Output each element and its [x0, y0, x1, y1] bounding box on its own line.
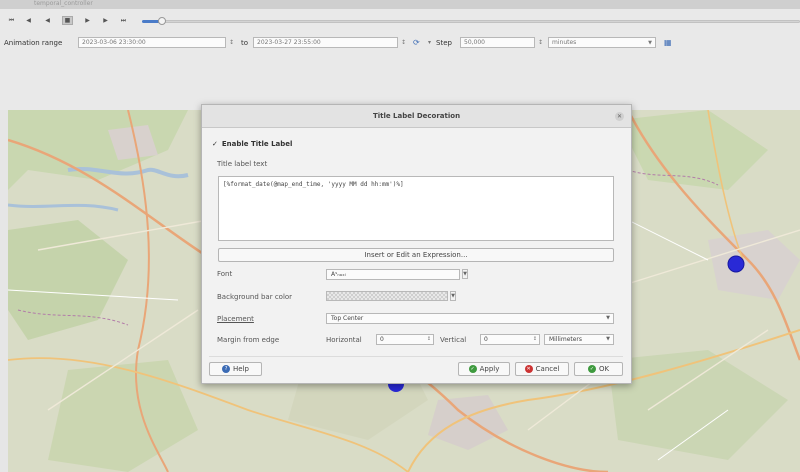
- font-preview: Aˢₙₐₓₗ: [331, 271, 346, 278]
- to-label: to: [241, 38, 249, 47]
- help-button-label: Help: [233, 365, 249, 373]
- range-end-field[interactable]: 2023-03-27 23:55:00: [253, 37, 398, 48]
- margin-unit-value: Millimeters: [549, 336, 583, 343]
- apply-icon: ✓: [468, 365, 477, 373]
- font-button[interactable]: Aˢₙₐₓₗ: [326, 269, 460, 280]
- range-start-spin-icon[interactable]: ↕: [229, 39, 234, 46]
- play-icon[interactable]: ▶: [82, 16, 93, 25]
- vertical-label: Vertical: [440, 336, 467, 344]
- first-frame-icon[interactable]: ⏮: [6, 16, 17, 25]
- ok-button-label: OK: [598, 365, 610, 373]
- stop-button[interactable]: ■: [62, 16, 73, 25]
- step-dropdown-icon[interactable]: ▾: [428, 39, 431, 46]
- vertical-spinbox[interactable]: 0 ↕: [480, 334, 540, 345]
- window-title: temporal_controller: [34, 0, 93, 7]
- placement-combo[interactable]: Top Center ▼: [326, 313, 614, 324]
- chevron-down-icon: ▼: [606, 336, 610, 342]
- range-start-field[interactable]: 2023-03-06 23:30:00: [78, 37, 226, 48]
- help-button[interactable]: ? Help: [209, 362, 262, 376]
- font-label: Font: [217, 270, 233, 278]
- bgcolor-dropdown-icon[interactable]: ▼: [450, 291, 456, 301]
- last-frame-icon[interactable]: ⏭: [118, 16, 129, 25]
- font-dropdown-icon[interactable]: ▼: [462, 269, 468, 279]
- step-value-field[interactable]: 50,000: [460, 37, 535, 48]
- bgcolor-label: Background bar color: [217, 293, 293, 301]
- checkmark-icon: ✓: [212, 140, 218, 148]
- horizontal-label: Horizontal: [326, 336, 362, 344]
- ok-icon: ✓: [587, 365, 596, 373]
- ok-button[interactable]: ✓ OK: [574, 362, 623, 376]
- timeline-slider-handle[interactable]: [158, 17, 166, 25]
- horizontal-spinbox[interactable]: 0 ↕: [376, 334, 434, 345]
- previous-frame-icon[interactable]: ◀: [23, 16, 34, 25]
- dialog-titlebar[interactable]: Title Label Decoration ✕: [202, 105, 631, 128]
- placement-label-text: Placement: [217, 315, 254, 323]
- footer-separator: [209, 356, 623, 357]
- dialog-title: Title Label Decoration: [372, 112, 461, 120]
- step-back-icon[interactable]: ◀: [42, 16, 53, 25]
- title-text-label: Title label text: [217, 160, 268, 168]
- placement-label: Placement: [217, 315, 254, 323]
- horizontal-value: 0: [380, 336, 384, 343]
- margin-unit-combo[interactable]: Millimeters ▼: [544, 334, 614, 345]
- temporal-controller-toolbar: temporal_controller ⏮ ◀ ◀ ■ ▶ ▶ ⏭ Animat…: [0, 0, 800, 110]
- enable-title-label-checkbox[interactable]: ✓ Enable Title Label: [212, 140, 292, 148]
- map-point-marker[interactable]: [726, 254, 746, 274]
- step-label: Step: [436, 38, 452, 47]
- step-spin-icon[interactable]: ↕: [538, 39, 543, 46]
- placement-value: Top Center: [331, 315, 364, 322]
- title-text-input[interactable]: [%format_date(@map_end_time, 'yyyy MM dd…: [218, 176, 614, 241]
- chevron-down-icon: ▼: [606, 315, 610, 321]
- bgcolor-swatch[interactable]: [326, 291, 448, 301]
- enable-title-label-text: Enable Title Label: [221, 140, 293, 148]
- cancel-button[interactable]: ✕ Cancel: [515, 362, 569, 376]
- settings-icon[interactable]: ▦: [664, 38, 672, 47]
- cancel-button-label: Cancel: [535, 365, 560, 373]
- margin-label: Margin from edge: [217, 336, 280, 344]
- refresh-icon[interactable]: ⟳: [413, 38, 420, 47]
- next-frame-icon[interactable]: ▶: [100, 16, 111, 25]
- apply-button[interactable]: ✓ Apply: [458, 362, 510, 376]
- spin-arrows-icon[interactable]: ↕: [533, 336, 537, 342]
- chevron-down-icon: ▼: [648, 39, 652, 46]
- window-title-strip: temporal_controller: [0, 0, 800, 9]
- timeline-slider-track[interactable]: [150, 20, 800, 23]
- step-unit-combo[interactable]: minutes ▼: [548, 37, 656, 48]
- close-icon[interactable]: ✕: [615, 112, 624, 121]
- help-icon: ?: [222, 365, 231, 373]
- step-unit-value: minutes: [552, 39, 577, 46]
- spin-arrows-icon[interactable]: ↕: [427, 336, 431, 342]
- animation-range-label: Animation range: [4, 38, 63, 47]
- apply-button-label: Apply: [479, 365, 500, 373]
- vertical-value: 0: [484, 336, 488, 343]
- insert-expression-button[interactable]: Insert or Edit an Expression...: [218, 248, 614, 262]
- range-end-spin-icon[interactable]: ↕: [401, 39, 406, 46]
- cancel-icon: ✕: [524, 365, 533, 373]
